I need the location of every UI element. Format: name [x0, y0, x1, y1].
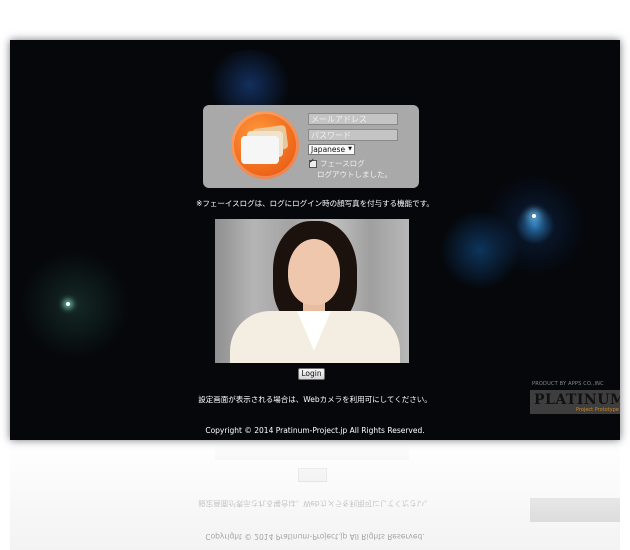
webcam-preview	[215, 219, 409, 363]
face-log-note: ※フェーイスログは、ログにログイン時の顔写真を付与する機能です。	[196, 199, 434, 208]
brand-subtitle: Project Prototype	[576, 407, 619, 413]
folder-logo-icon	[231, 111, 299, 179]
product-by-label: PRODUCT BY APPS CO.,INC	[532, 381, 604, 387]
language-select[interactable]: Japanese ▼	[308, 144, 355, 155]
face-login-label: フェースログ	[320, 159, 365, 168]
copyright-text: Copyright © 2014 Pratinum-Project.jp All…	[205, 426, 425, 435]
lens-flare	[480, 170, 590, 280]
login-button[interactable]: Login	[298, 368, 325, 380]
face-login-checkbox[interactable]	[309, 157, 317, 168]
app-window: Japanese ▼ フェースログ ログアウトしました。 ※フェーイスログは、ロ…	[10, 40, 620, 440]
sparkle	[66, 302, 70, 306]
face-login-option[interactable]: フェースログ	[309, 157, 365, 169]
language-select-value: Japanese	[311, 145, 346, 154]
brand-name: PLATINUM	[534, 392, 620, 408]
background-glow	[440, 210, 520, 290]
email-input[interactable]	[308, 113, 398, 125]
background-glow	[20, 250, 130, 360]
camera-note: 設定画面が表示される場合は、Webカメラを利用可にしてください。	[198, 395, 432, 404]
window-reflection: 設定画面が表示される場合は、Webカメラを利用可にしてください。 Copyrig…	[10, 440, 620, 550]
reflection-camera-note: 設定画面が表示される場合は、Webカメラを利用可にしてください。	[198, 499, 432, 508]
login-panel: Japanese ▼ フェースログ ログアウトしました。	[203, 105, 419, 188]
dropdown-arrow-icon: ▼	[348, 146, 352, 152]
reflection-copyright: Copyright © 2014 Pratinum-Project.jp All…	[205, 532, 425, 541]
brand-logo: PLATINUM Project Prototype	[530, 390, 620, 414]
password-input[interactable]	[308, 129, 398, 141]
logout-message: ログアウトしました。	[317, 170, 392, 179]
sparkle	[532, 214, 536, 218]
